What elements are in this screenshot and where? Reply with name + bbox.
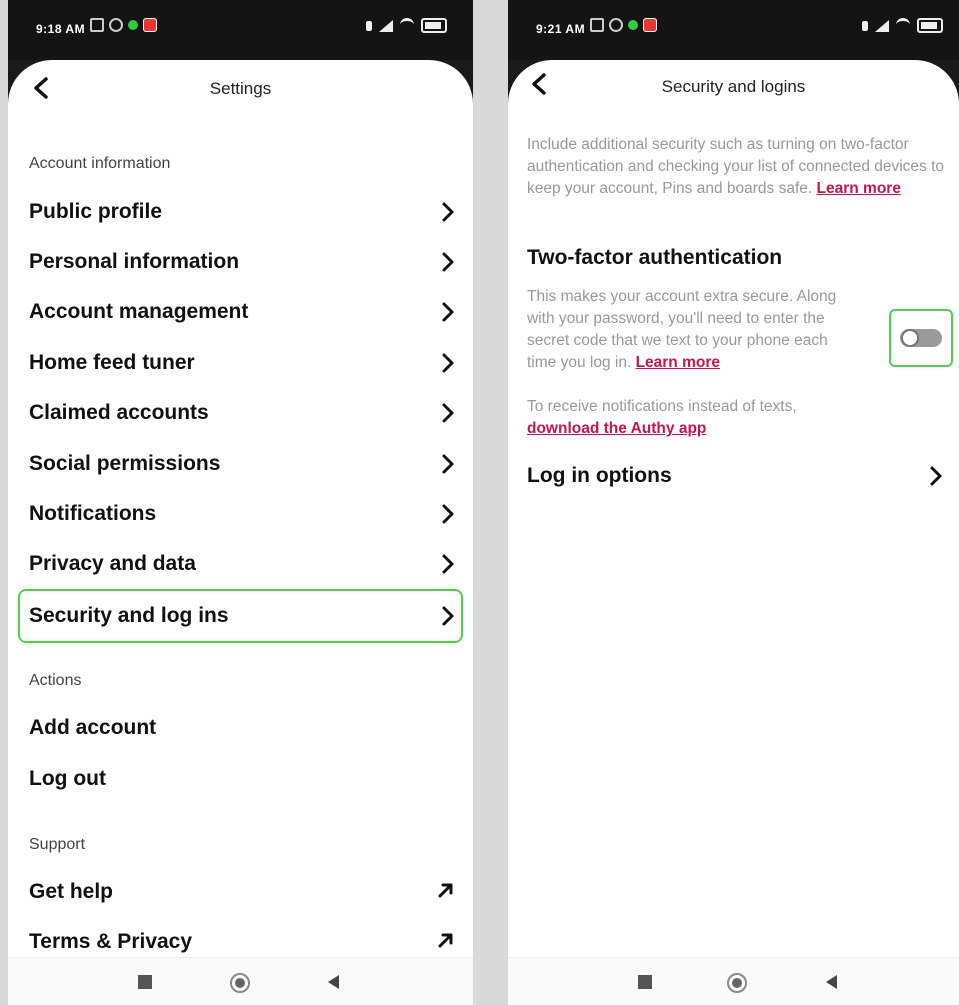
alarm-icon (109, 18, 123, 32)
page-title: Settings (209, 79, 272, 98)
menu-item-label: Social permissions (29, 452, 221, 475)
learn-more-link[interactable]: Learn more (817, 180, 901, 197)
menu-item-get-help[interactable]: Get help (18, 867, 463, 917)
recent-apps-button[interactable] (638, 975, 652, 989)
section-label-support: Support (29, 836, 86, 853)
app-notification-icon (128, 20, 138, 30)
authy-download-link[interactable]: download the Authy app (527, 420, 706, 437)
location-icon (862, 20, 868, 31)
menu-item-account-management[interactable]: Account management (18, 287, 463, 337)
menu-item-label: Public profile (29, 200, 163, 223)
security-screen: 9:21 AM Security and logins Include addi… (508, 0, 959, 1005)
menu-item-terms-privacy[interactable]: Terms & Privacy (18, 917, 463, 958)
security-sheet: Security and logins Include additional s… (508, 60, 959, 958)
authy-body: To receive notifications instead of text… (527, 398, 797, 415)
app-notification-icon (643, 18, 657, 32)
two-factor-description: This makes your account extra secure. Al… (527, 286, 859, 374)
back-nav-button[interactable] (826, 975, 837, 989)
external-link-arrow-icon (438, 933, 453, 948)
app-notification-icon (628, 20, 638, 30)
notification-icon (90, 18, 104, 32)
settings-sheet: Settings Account information Public prof… (8, 60, 473, 958)
home-button[interactable] (230, 973, 250, 993)
menu-item-personal-information[interactable]: Personal information (18, 237, 463, 287)
header: Security and logins (508, 60, 959, 120)
signal-icon (875, 19, 889, 32)
section-label-actions: Actions (29, 672, 82, 689)
chevron-right-icon (442, 252, 454, 272)
chevron-right-icon (930, 466, 942, 486)
chevron-right-icon (442, 403, 454, 423)
notification-icon (590, 18, 604, 32)
android-nav-bar (8, 957, 473, 1005)
chevron-right-icon (442, 353, 454, 373)
menu-item-add-account[interactable]: Add account (18, 703, 463, 753)
authy-text: To receive notifications instead of text… (527, 396, 945, 440)
signal-icon (379, 19, 393, 32)
settings-screen: 9:18 AM Settings Account information Pub… (8, 0, 473, 1005)
menu-item-public-profile[interactable]: Public profile (18, 187, 463, 237)
toggle-track (900, 329, 942, 347)
menu-item-label: Claimed accounts (29, 401, 209, 424)
menu-item-log-out[interactable]: Log out (18, 754, 463, 804)
battery-icon (917, 18, 943, 33)
header: Settings (8, 60, 473, 120)
chevron-right-icon (442, 554, 454, 574)
menu-item-label: Notifications (29, 502, 157, 525)
status-time: 9:18 AM (36, 22, 86, 36)
menu-item-label: Home feed tuner (29, 351, 195, 374)
menu-item-privacy-and-data[interactable]: Privacy and data (18, 539, 463, 589)
android-nav-bar (508, 957, 959, 1005)
menu-item-label: Privacy and data (29, 552, 196, 575)
chevron-right-icon (442, 202, 454, 222)
chevron-right-icon (442, 302, 454, 322)
intro-text: Include additional security such as turn… (527, 134, 945, 200)
back-nav-button[interactable] (328, 975, 339, 989)
two-factor-heading: Two-factor authentication (527, 246, 783, 269)
home-button[interactable] (727, 973, 747, 993)
wifi-icon (896, 18, 910, 33)
page-title: Security and logins (661, 77, 806, 96)
recent-apps-button[interactable] (138, 975, 152, 989)
menu-item-label: Account management (29, 300, 249, 323)
system-icons (366, 18, 447, 33)
battery-icon (421, 18, 447, 33)
chevron-right-icon (442, 504, 454, 524)
chevron-right-icon (442, 454, 454, 474)
wifi-icon (400, 18, 414, 33)
external-link-arrow-icon (438, 883, 453, 898)
notification-icons (90, 18, 157, 32)
status-time: 9:21 AM (536, 22, 586, 36)
menu-item-social-permissions[interactable]: Social permissions (18, 439, 463, 489)
menu-item-label: Personal information (29, 250, 240, 273)
menu-item-label: Log out (29, 767, 106, 790)
menu-item-label: Terms & Privacy (29, 930, 193, 953)
location-icon (366, 20, 372, 31)
chevron-right-icon (442, 606, 454, 626)
toggle-knob (901, 329, 919, 347)
menu-item-log-in-options[interactable]: Log in options (516, 451, 951, 501)
menu-item-claimed-accounts[interactable]: Claimed accounts (18, 388, 463, 438)
menu-item-home-feed-tuner[interactable]: Home feed tuner (18, 338, 463, 388)
system-icons (862, 18, 943, 33)
menu-item-label: Get help (29, 880, 114, 903)
menu-item-label: Log in options (527, 464, 672, 487)
notification-icons (590, 18, 657, 32)
app-notification-icon (143, 18, 157, 32)
learn-more-link[interactable]: Learn more (636, 354, 720, 371)
status-bar: 9:18 AM (8, 0, 473, 60)
two-factor-toggle[interactable] (889, 309, 953, 367)
section-label-account-information: Account information (29, 155, 171, 172)
menu-item-label: Add account (29, 716, 157, 739)
menu-item-notifications[interactable]: Notifications (18, 489, 463, 539)
status-bar: 9:21 AM (508, 0, 959, 60)
menu-item-security-and-log-ins[interactable]: Security and log ins (18, 589, 463, 643)
alarm-icon (609, 18, 623, 32)
menu-item-label: Security and log ins (29, 604, 229, 627)
